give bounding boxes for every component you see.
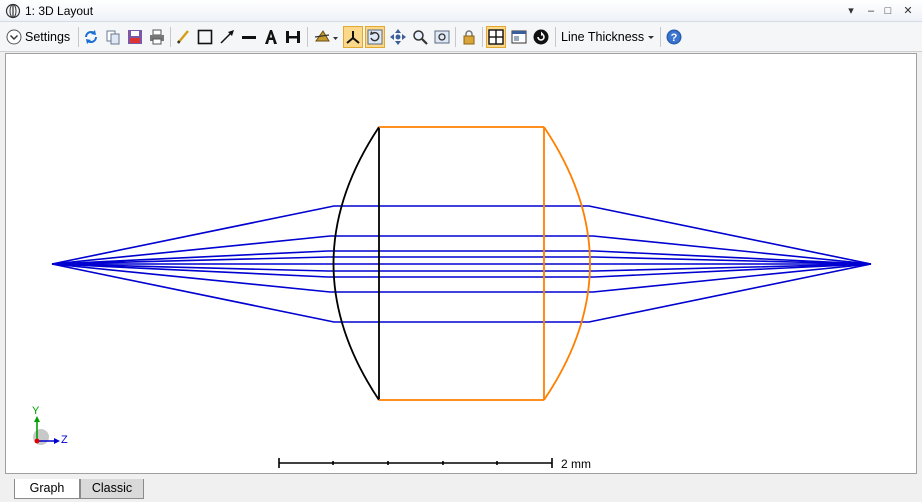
toolbar-separator bbox=[660, 27, 661, 47]
rotate-view-icon bbox=[314, 30, 338, 42]
window-title: 1: 3D Layout bbox=[25, 4, 94, 18]
axis-y-label: Y bbox=[32, 405, 40, 417]
save-icon bbox=[128, 30, 142, 44]
layout-plot: 2 mm Y Z bbox=[32, 126, 872, 471]
print-icon bbox=[150, 29, 164, 45]
arrow-icon bbox=[220, 30, 234, 44]
ray-bundle bbox=[51, 205, 872, 323]
app-icon bbox=[5, 3, 21, 19]
rectangle-tool[interactable] bbox=[196, 26, 214, 48]
tab-bar: Graph Classic bbox=[0, 476, 922, 502]
zoom-icon bbox=[413, 30, 428, 45]
help-button[interactable]: ? bbox=[665, 26, 683, 48]
axis-z-label: Z bbox=[61, 434, 68, 446]
reset-rotation-button[interactable] bbox=[365, 26, 385, 48]
window-titlebar: 1: 3D Layout ▾ – □ ✕ bbox=[0, 0, 922, 22]
layout-plot-area[interactable]: 2 mm Y Z bbox=[5, 53, 917, 474]
minimize-button[interactable]: – bbox=[862, 3, 880, 19]
svg-text:?: ? bbox=[671, 32, 678, 44]
text-icon bbox=[265, 30, 277, 44]
axes-button[interactable] bbox=[343, 26, 363, 48]
zoom-button[interactable] bbox=[411, 26, 429, 48]
ray bbox=[51, 205, 872, 265]
tab-classic[interactable]: Classic bbox=[80, 479, 144, 499]
toolbar-separator bbox=[78, 27, 79, 47]
scale-bar bbox=[278, 458, 553, 468]
close-button[interactable]: ✕ bbox=[899, 3, 917, 19]
toolbar-separator bbox=[455, 27, 456, 47]
dimension-icon bbox=[286, 31, 300, 43]
copy-button[interactable] bbox=[104, 26, 122, 48]
maximize-button[interactable]: □ bbox=[879, 3, 897, 19]
auto-update-button[interactable] bbox=[532, 26, 550, 48]
toolbar-separator bbox=[482, 27, 483, 47]
ray bbox=[51, 263, 872, 323]
pan-icon bbox=[390, 29, 406, 45]
toolbar: Settings Line Thickness ? bbox=[0, 22, 922, 52]
axis-triad: Y Z bbox=[32, 405, 68, 446]
line-tool[interactable] bbox=[240, 26, 258, 48]
ray bbox=[51, 263, 872, 293]
rectangle-icon bbox=[197, 29, 213, 45]
toolbar-separator bbox=[555, 27, 556, 47]
restore-zoom-button[interactable] bbox=[433, 26, 451, 48]
pan-button[interactable] bbox=[389, 26, 407, 48]
refresh-icon bbox=[85, 30, 97, 44]
chevron-down-icon bbox=[648, 36, 655, 39]
help-icon: ? bbox=[666, 29, 682, 45]
scale-bar-label: 2 mm bbox=[561, 457, 591, 471]
window-icon bbox=[511, 30, 527, 44]
fit-view-button[interactable] bbox=[486, 26, 506, 48]
dimension-tool[interactable] bbox=[284, 26, 302, 48]
toolbar-separator bbox=[307, 27, 308, 47]
pencil-icon bbox=[177, 30, 189, 44]
auto-update-icon bbox=[533, 29, 549, 45]
settings-label: Settings bbox=[25, 30, 71, 44]
reset-rotation-icon bbox=[367, 29, 383, 45]
pencil-tool[interactable] bbox=[174, 26, 192, 48]
axes-icon bbox=[346, 31, 360, 44]
arrow-tool[interactable] bbox=[218, 26, 236, 48]
lock-icon bbox=[463, 30, 475, 45]
print-button[interactable] bbox=[148, 26, 166, 48]
toolbar-separator bbox=[170, 27, 171, 47]
line-thickness-dropdown[interactable]: Line Thickness bbox=[561, 26, 656, 48]
refresh-button[interactable] bbox=[82, 26, 100, 48]
chevron-down-icon bbox=[6, 29, 22, 45]
lock-button[interactable] bbox=[460, 26, 478, 48]
copy-icon bbox=[106, 30, 120, 45]
restore-zoom-icon bbox=[434, 30, 450, 44]
tab-graph[interactable]: Graph bbox=[14, 479, 80, 499]
rotate-view-dropdown[interactable] bbox=[312, 26, 340, 48]
line-thickness-label: Line Thickness bbox=[561, 30, 645, 44]
text-tool[interactable] bbox=[262, 26, 280, 48]
window-menu-button[interactable]: ▾ bbox=[842, 3, 860, 19]
window-button[interactable] bbox=[510, 26, 528, 48]
fit-view-icon bbox=[488, 29, 504, 45]
save-button[interactable] bbox=[126, 26, 144, 48]
line-icon bbox=[242, 36, 256, 39]
settings-button[interactable]: Settings bbox=[6, 26, 70, 48]
ray bbox=[51, 235, 872, 265]
